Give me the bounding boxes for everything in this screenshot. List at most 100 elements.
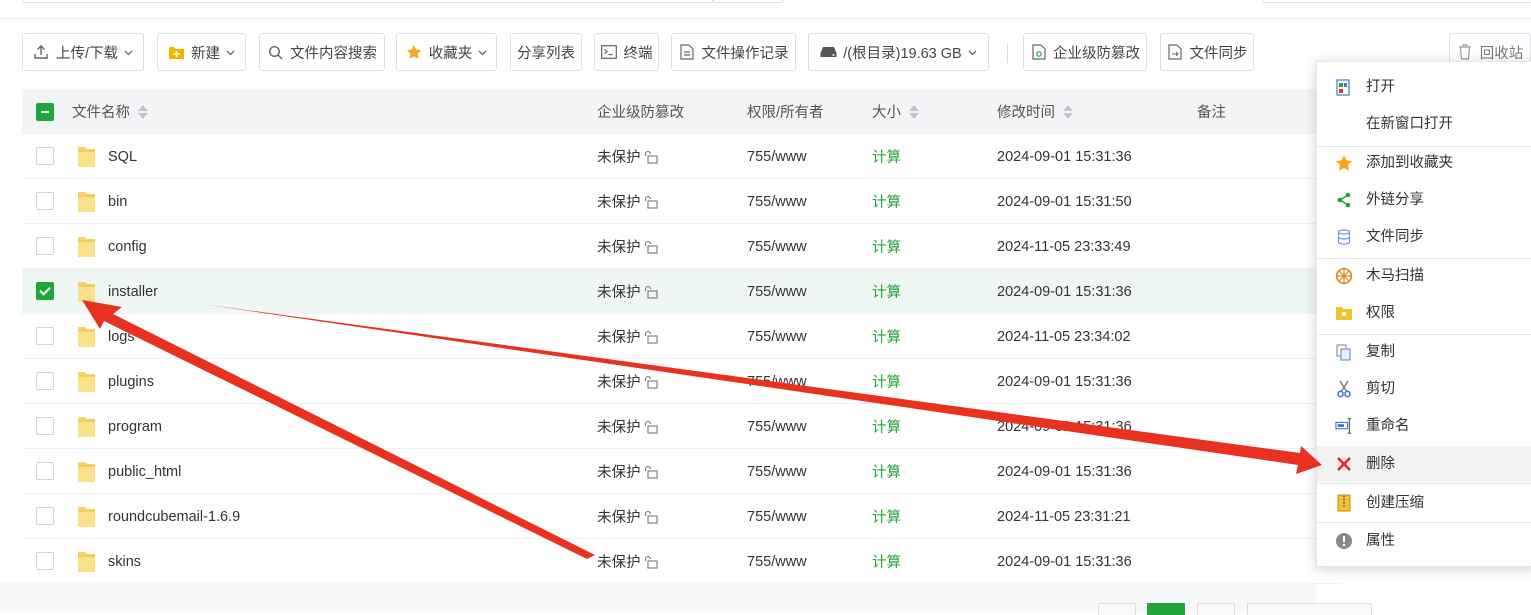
calc-size-link[interactable]: 计算 [872, 404, 901, 449]
table-row[interactable]: plugins 未保护 755/www 计算 2024-09-01 15:31:36 [22, 359, 1342, 404]
calc-size-link[interactable]: 计算 [872, 134, 901, 179]
menu-item-delete[interactable]: 删除 [1317, 446, 1531, 482]
menu-item-cut[interactable]: 剪切 [1317, 371, 1531, 407]
row-checkbox[interactable] [36, 327, 54, 345]
tamper-status[interactable]: 未保护 [597, 359, 658, 404]
tamper-status[interactable]: 未保护 [597, 449, 658, 494]
calc-size-link[interactable]: 计算 [872, 539, 901, 584]
content-search-button[interactable]: 文件内容搜索 [259, 33, 385, 71]
row-checkbox[interactable] [36, 417, 54, 435]
calc-size-link[interactable]: 计算 [872, 314, 901, 359]
note-cell[interactable] [1197, 134, 1317, 179]
file-name[interactable]: public_html [108, 449, 181, 494]
row-checkbox[interactable] [36, 237, 54, 255]
tamper-status[interactable]: 未保护 [597, 539, 658, 584]
tamper-status[interactable]: 未保护 [597, 269, 658, 314]
table-row[interactable]: SQL 未保护 755/www 计算 2024-09-01 15:31:36 [22, 134, 1342, 179]
column-name[interactable]: 文件名称 [72, 89, 148, 134]
menu-item-open-new-window[interactable]: 在新窗口打开 [1317, 106, 1531, 142]
note-cell[interactable] [1197, 269, 1317, 314]
permission-owner[interactable]: 755/www [747, 539, 807, 584]
file-name[interactable]: plugins [108, 359, 154, 404]
pagination-prev[interactable] [1098, 603, 1136, 615]
page-size-select[interactable] [1247, 603, 1372, 615]
file-name[interactable]: logs [108, 314, 135, 359]
favorites-button[interactable]: 收藏夹 [396, 33, 497, 71]
calc-size-link[interactable]: 计算 [872, 224, 901, 269]
file-sync-button[interactable]: 文件同步 [1160, 33, 1254, 71]
permission-owner[interactable]: 755/www [747, 404, 807, 449]
calc-size-link[interactable]: 计算 [872, 359, 901, 404]
table-row[interactable]: config 未保护 755/www 计算 2024-11-05 23:33:49 [22, 224, 1342, 269]
terminal-button[interactable]: 终端 [594, 33, 659, 71]
calc-size-link[interactable]: 计算 [872, 269, 901, 314]
table-row[interactable]: logs 未保护 755/www 计算 2024-11-05 23:34:02 [22, 314, 1342, 359]
note-cell[interactable] [1197, 539, 1317, 584]
note-cell[interactable] [1197, 224, 1317, 269]
permission-owner[interactable]: 755/www [747, 224, 807, 269]
row-checkbox[interactable] [36, 282, 54, 300]
menu-item-rename[interactable]: 重命名 [1317, 408, 1531, 444]
pagination-current[interactable] [1147, 603, 1185, 615]
calc-size-link[interactable]: 计算 [872, 179, 901, 224]
table-row[interactable]: bin 未保护 755/www 计算 2024-09-01 15:31:50 [22, 179, 1342, 224]
file-name[interactable]: bin [108, 179, 127, 224]
permission-owner[interactable]: 755/www [747, 269, 807, 314]
menu-item-add-favorite[interactable]: 添加到收藏夹 [1317, 145, 1531, 181]
note-cell[interactable] [1197, 314, 1317, 359]
upload-download-button[interactable]: 上传/下载 [22, 33, 144, 71]
tamper-status[interactable]: 未保护 [597, 179, 658, 224]
row-checkbox[interactable] [36, 507, 54, 525]
menu-item-file-sync[interactable]: 文件同步 [1317, 219, 1531, 255]
note-cell[interactable] [1197, 359, 1317, 404]
tamper-proof-button[interactable]: 企业级防篡改 [1023, 33, 1147, 71]
note-cell[interactable] [1197, 179, 1317, 224]
column-size[interactable]: 大小 [872, 89, 919, 134]
menu-item-open[interactable]: 打开 [1317, 69, 1531, 105]
new-button[interactable]: 新建 [157, 33, 246, 71]
table-row[interactable]: installer 未保护 755/www 计算 2024-09-01 15:31:36 [22, 269, 1342, 314]
table-row[interactable]: skins 未保护 755/www 计算 2024-09-01 15:31:36 [22, 539, 1342, 584]
file-name[interactable]: installer [108, 269, 158, 314]
pagination-next[interactable] [1197, 603, 1235, 615]
permission-owner[interactable]: 755/www [747, 134, 807, 179]
file-name[interactable]: roundcubemail-1.6.9 [108, 494, 240, 539]
tamper-status[interactable]: 未保护 [597, 494, 658, 539]
share-list-button[interactable]: 分享列表 [510, 33, 582, 71]
calc-size-link[interactable]: 计算 [872, 494, 901, 539]
permission-owner[interactable]: 755/www [747, 359, 807, 404]
column-mtime[interactable]: 修改时间 [997, 89, 1073, 134]
permission-owner[interactable]: 755/www [747, 494, 807, 539]
operation-log-button[interactable]: 文件操作记录 [671, 33, 796, 71]
file-name[interactable]: SQL [108, 134, 137, 179]
table-row[interactable]: public_html 未保护 755/www 计算 2024-09-01 15:31:… [22, 449, 1342, 494]
table-row[interactable]: program 未保护 755/www 计算 2024-09-01 15:31:36 [22, 404, 1342, 449]
table-row[interactable]: roundcubemail-1.6.9 未保护 755/www 计算 2024-11-0… [22, 494, 1342, 539]
select-all-checkbox[interactable] [36, 103, 54, 121]
tamper-status[interactable]: 未保护 [597, 404, 658, 449]
disk-select[interactable]: /(根目录)19.63 GB [808, 33, 989, 71]
row-checkbox[interactable] [36, 552, 54, 570]
menu-item-share-link[interactable]: 外链分享 [1317, 182, 1531, 218]
menu-item-create-archive[interactable]: 创建压缩 [1317, 485, 1531, 521]
permission-owner[interactable]: 755/www [747, 314, 807, 359]
tamper-status[interactable]: 未保护 [597, 314, 658, 359]
note-cell[interactable] [1197, 449, 1317, 494]
row-checkbox[interactable] [36, 147, 54, 165]
note-cell[interactable] [1197, 404, 1317, 449]
file-name[interactable]: program [108, 404, 162, 449]
note-cell[interactable] [1197, 494, 1317, 539]
calc-size-link[interactable]: 计算 [872, 449, 901, 494]
file-name[interactable]: skins [108, 539, 141, 584]
row-checkbox[interactable] [36, 372, 54, 390]
tamper-status[interactable]: 未保护 [597, 134, 658, 179]
permission-owner[interactable]: 755/www [747, 449, 807, 494]
row-checkbox[interactable] [36, 192, 54, 210]
menu-item-copy[interactable]: 复制 [1317, 334, 1531, 370]
row-checkbox[interactable] [36, 462, 54, 480]
menu-item-permission[interactable]: 权限 [1317, 295, 1531, 331]
menu-item-trojan-scan[interactable]: 木马扫描 [1317, 258, 1531, 294]
tamper-status[interactable]: 未保护 [597, 224, 658, 269]
menu-item-properties[interactable]: 属性 [1317, 523, 1531, 559]
file-name[interactable]: config [108, 224, 147, 269]
